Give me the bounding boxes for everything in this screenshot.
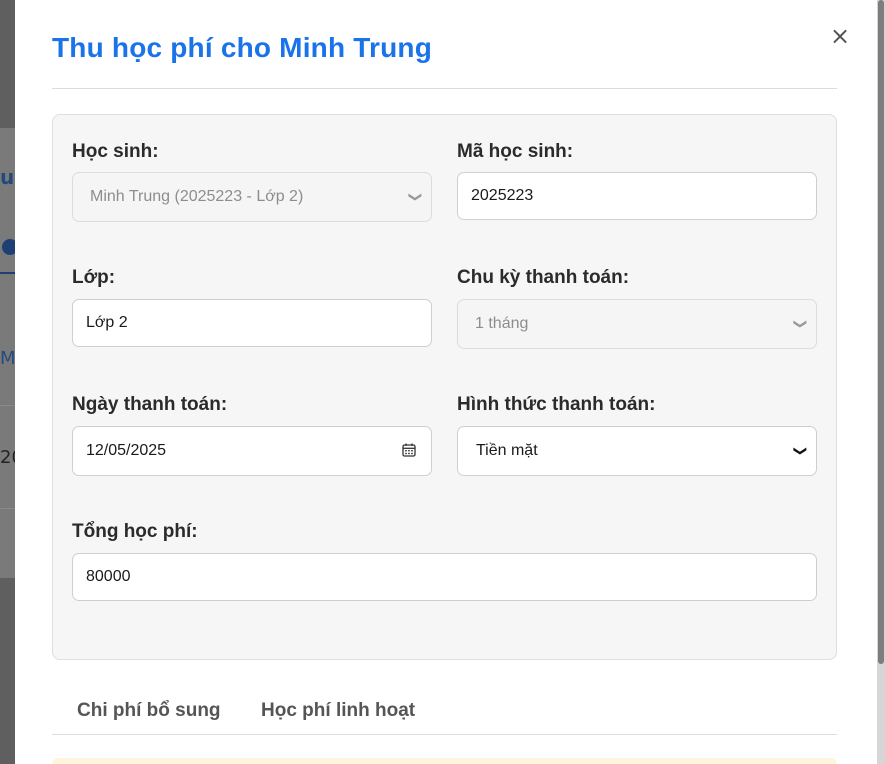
class-value: Lớp 2 bbox=[86, 314, 128, 331]
class-field[interactable]: Lớp 2 bbox=[72, 299, 432, 347]
tab-flexible-tuition[interactable]: Học phí linh hoạt bbox=[261, 700, 415, 722]
payment-date-value: 12/05/2025 bbox=[86, 442, 167, 459]
payment-method-label: Hình thức thanh toán: bbox=[457, 394, 656, 415]
background-badge bbox=[2, 239, 15, 255]
student-select-value: Minh Trung (2025223 - Lớp 2) bbox=[90, 188, 304, 205]
payment-cycle-select: 1 tháng ❯ bbox=[457, 299, 817, 349]
payment-method-select[interactable]: Tiền mặt ❯ bbox=[457, 426, 817, 476]
notice-box bbox=[52, 758, 837, 764]
tabs-divider bbox=[52, 734, 837, 735]
payment-form: Học sinh: Minh Trung (2025223 - Lớp 2) ❯… bbox=[52, 114, 837, 660]
total-fee-field[interactable]: 80000 bbox=[72, 553, 817, 601]
close-icon: × bbox=[829, 22, 851, 50]
student-code-field[interactable]: 2025223 bbox=[457, 172, 817, 220]
scrollbar-thumb[interactable] bbox=[878, 0, 884, 664]
tuition-payment-modal: × Thu học phí cho Minh Trung Học sinh: M… bbox=[15, 0, 877, 764]
payment-date-label: Ngày thanh toán: bbox=[72, 394, 228, 415]
total-fee-label: Tổng học phí: bbox=[72, 521, 198, 542]
calendar-icon[interactable] bbox=[402, 443, 416, 457]
background-page: u M 20 bbox=[0, 0, 15, 764]
chevron-down-icon: ❯ bbox=[793, 318, 809, 330]
payment-cycle-label: Chu kỳ thanh toán: bbox=[457, 267, 630, 288]
student-code-label: Mã học sinh: bbox=[457, 141, 574, 162]
student-label: Học sinh: bbox=[72, 141, 159, 162]
title-divider bbox=[52, 88, 837, 89]
background-text-fragment: 20 bbox=[0, 447, 15, 468]
class-label: Lớp: bbox=[72, 267, 116, 288]
modal-title: Thu học phí cho Minh Trung bbox=[52, 32, 433, 63]
payment-cycle-value: 1 tháng bbox=[475, 315, 529, 332]
student-select: Minh Trung (2025223 - Lớp 2) ❯ bbox=[72, 172, 432, 222]
close-button[interactable]: × bbox=[828, 22, 852, 50]
payment-method-value: Tiền mặt bbox=[476, 442, 538, 459]
payment-date-field[interactable]: 12/05/2025 bbox=[72, 426, 432, 476]
background-divider bbox=[0, 405, 15, 406]
background-text-fragment: M bbox=[0, 348, 15, 369]
tab-additional-costs[interactable]: Chi phí bổ sung bbox=[77, 700, 221, 722]
background-divider bbox=[0, 508, 15, 509]
background-text-fragment: u bbox=[0, 165, 15, 189]
student-code-value: 2025223 bbox=[471, 187, 534, 204]
total-fee-value: 80000 bbox=[86, 568, 131, 585]
chevron-down-icon: ❯ bbox=[408, 191, 424, 203]
background-tab-indicator bbox=[0, 272, 15, 274]
chevron-down-icon: ❯ bbox=[793, 445, 809, 457]
